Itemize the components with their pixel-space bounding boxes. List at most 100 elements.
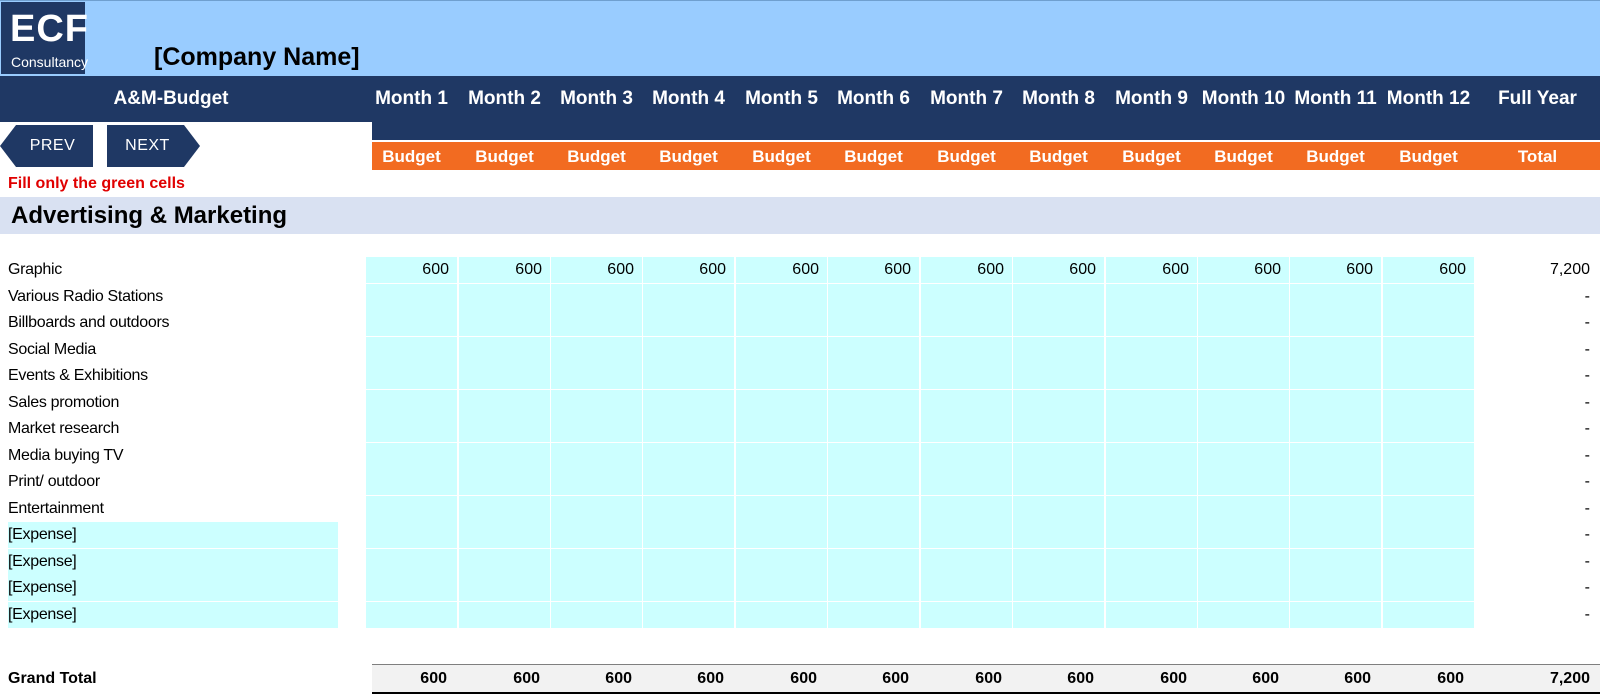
budget-cell[interactable] xyxy=(366,575,457,601)
budget-cell[interactable] xyxy=(643,363,734,389)
budget-cell[interactable] xyxy=(1383,575,1474,601)
budget-cell[interactable] xyxy=(921,390,1012,416)
budget-cell[interactable] xyxy=(1198,549,1289,575)
budget-cell[interactable] xyxy=(366,337,457,363)
prev-button[interactable]: PREV xyxy=(0,125,93,167)
budget-cell[interactable] xyxy=(643,337,734,363)
company-name[interactable]: [Company Name] xyxy=(154,42,360,72)
budget-cell[interactable] xyxy=(366,602,457,628)
budget-cell[interactable]: 600 xyxy=(828,257,919,283)
budget-cell[interactable] xyxy=(1198,337,1289,363)
budget-cell[interactable] xyxy=(1290,522,1381,548)
budget-cell[interactable] xyxy=(366,469,457,495)
budget-cell[interactable] xyxy=(921,363,1012,389)
budget-cell[interactable] xyxy=(643,575,734,601)
budget-cell[interactable] xyxy=(828,416,919,442)
budget-cell[interactable] xyxy=(1106,575,1197,601)
budget-cell[interactable] xyxy=(366,549,457,575)
budget-cell[interactable] xyxy=(1013,602,1104,628)
budget-cell[interactable] xyxy=(736,575,827,601)
budget-cell[interactable] xyxy=(1198,522,1289,548)
budget-cell[interactable] xyxy=(366,284,457,310)
budget-cell[interactable] xyxy=(1198,310,1289,336)
budget-cell[interactable] xyxy=(1013,390,1104,416)
budget-cell[interactable]: 600 xyxy=(1106,257,1197,283)
budget-cell[interactable] xyxy=(1290,469,1381,495)
budget-cell[interactable] xyxy=(643,469,734,495)
budget-cell[interactable] xyxy=(551,416,642,442)
budget-cell[interactable] xyxy=(921,522,1012,548)
budget-cell[interactable] xyxy=(1013,310,1104,336)
row-label[interactable]: [Expense] xyxy=(8,575,338,601)
budget-cell[interactable] xyxy=(366,390,457,416)
budget-cell[interactable] xyxy=(921,469,1012,495)
budget-cell[interactable]: 600 xyxy=(736,257,827,283)
budget-cell[interactable] xyxy=(459,522,550,548)
budget-cell[interactable] xyxy=(643,522,734,548)
budget-cell[interactable] xyxy=(366,496,457,522)
budget-cell[interactable] xyxy=(736,390,827,416)
budget-cell[interactable] xyxy=(1198,602,1289,628)
budget-cell[interactable] xyxy=(828,363,919,389)
budget-cell[interactable] xyxy=(1198,469,1289,495)
budget-cell[interactable] xyxy=(1106,310,1197,336)
budget-cell[interactable] xyxy=(736,496,827,522)
budget-cell[interactable] xyxy=(1013,522,1104,548)
budget-cell[interactable] xyxy=(459,284,550,310)
next-button[interactable]: NEXT xyxy=(107,125,200,167)
budget-cell[interactable] xyxy=(1383,310,1474,336)
budget-cell[interactable] xyxy=(551,522,642,548)
budget-cell[interactable] xyxy=(1290,284,1381,310)
budget-cell[interactable] xyxy=(828,575,919,601)
budget-cell[interactable] xyxy=(736,284,827,310)
budget-cell[interactable] xyxy=(1106,443,1197,469)
budget-cell[interactable] xyxy=(459,337,550,363)
budget-cell[interactable] xyxy=(736,443,827,469)
budget-cell[interactable] xyxy=(1013,416,1104,442)
budget-cell[interactable] xyxy=(643,496,734,522)
budget-cell[interactable] xyxy=(736,602,827,628)
budget-cell[interactable] xyxy=(828,549,919,575)
budget-cell[interactable] xyxy=(921,549,1012,575)
budget-cell[interactable] xyxy=(1106,337,1197,363)
budget-cell[interactable] xyxy=(1013,469,1104,495)
budget-cell[interactable]: 600 xyxy=(1290,257,1381,283)
budget-cell[interactable] xyxy=(551,337,642,363)
budget-cell[interactable] xyxy=(921,284,1012,310)
budget-cell[interactable]: 600 xyxy=(366,257,457,283)
budget-cell[interactable] xyxy=(828,469,919,495)
budget-cell[interactable] xyxy=(551,363,642,389)
budget-cell[interactable] xyxy=(459,390,550,416)
budget-cell[interactable] xyxy=(1013,337,1104,363)
budget-cell[interactable] xyxy=(1106,602,1197,628)
budget-cell[interactable] xyxy=(921,310,1012,336)
budget-cell[interactable] xyxy=(1383,469,1474,495)
budget-cell[interactable] xyxy=(921,337,1012,363)
budget-cell[interactable] xyxy=(366,443,457,469)
budget-cell[interactable] xyxy=(1290,549,1381,575)
budget-cell[interactable] xyxy=(551,443,642,469)
budget-cell[interactable] xyxy=(921,496,1012,522)
budget-cell[interactable] xyxy=(828,496,919,522)
budget-cell[interactable] xyxy=(921,443,1012,469)
budget-cell[interactable] xyxy=(459,549,550,575)
budget-cell[interactable] xyxy=(1290,337,1381,363)
budget-cell[interactable] xyxy=(1106,469,1197,495)
budget-cell[interactable] xyxy=(643,390,734,416)
budget-cell[interactable] xyxy=(551,575,642,601)
budget-cell[interactable] xyxy=(1106,363,1197,389)
budget-cell[interactable] xyxy=(1198,284,1289,310)
budget-cell[interactable] xyxy=(1198,363,1289,389)
budget-cell[interactable] xyxy=(643,443,734,469)
budget-cell[interactable] xyxy=(643,310,734,336)
budget-cell[interactable] xyxy=(1106,390,1197,416)
budget-cell[interactable] xyxy=(736,469,827,495)
budget-cell[interactable] xyxy=(366,522,457,548)
budget-cell[interactable] xyxy=(1198,390,1289,416)
budget-cell[interactable]: 600 xyxy=(459,257,550,283)
budget-cell[interactable] xyxy=(643,549,734,575)
budget-cell[interactable] xyxy=(1290,602,1381,628)
budget-cell[interactable] xyxy=(459,416,550,442)
budget-cell[interactable] xyxy=(921,416,1012,442)
budget-cell[interactable] xyxy=(1013,284,1104,310)
